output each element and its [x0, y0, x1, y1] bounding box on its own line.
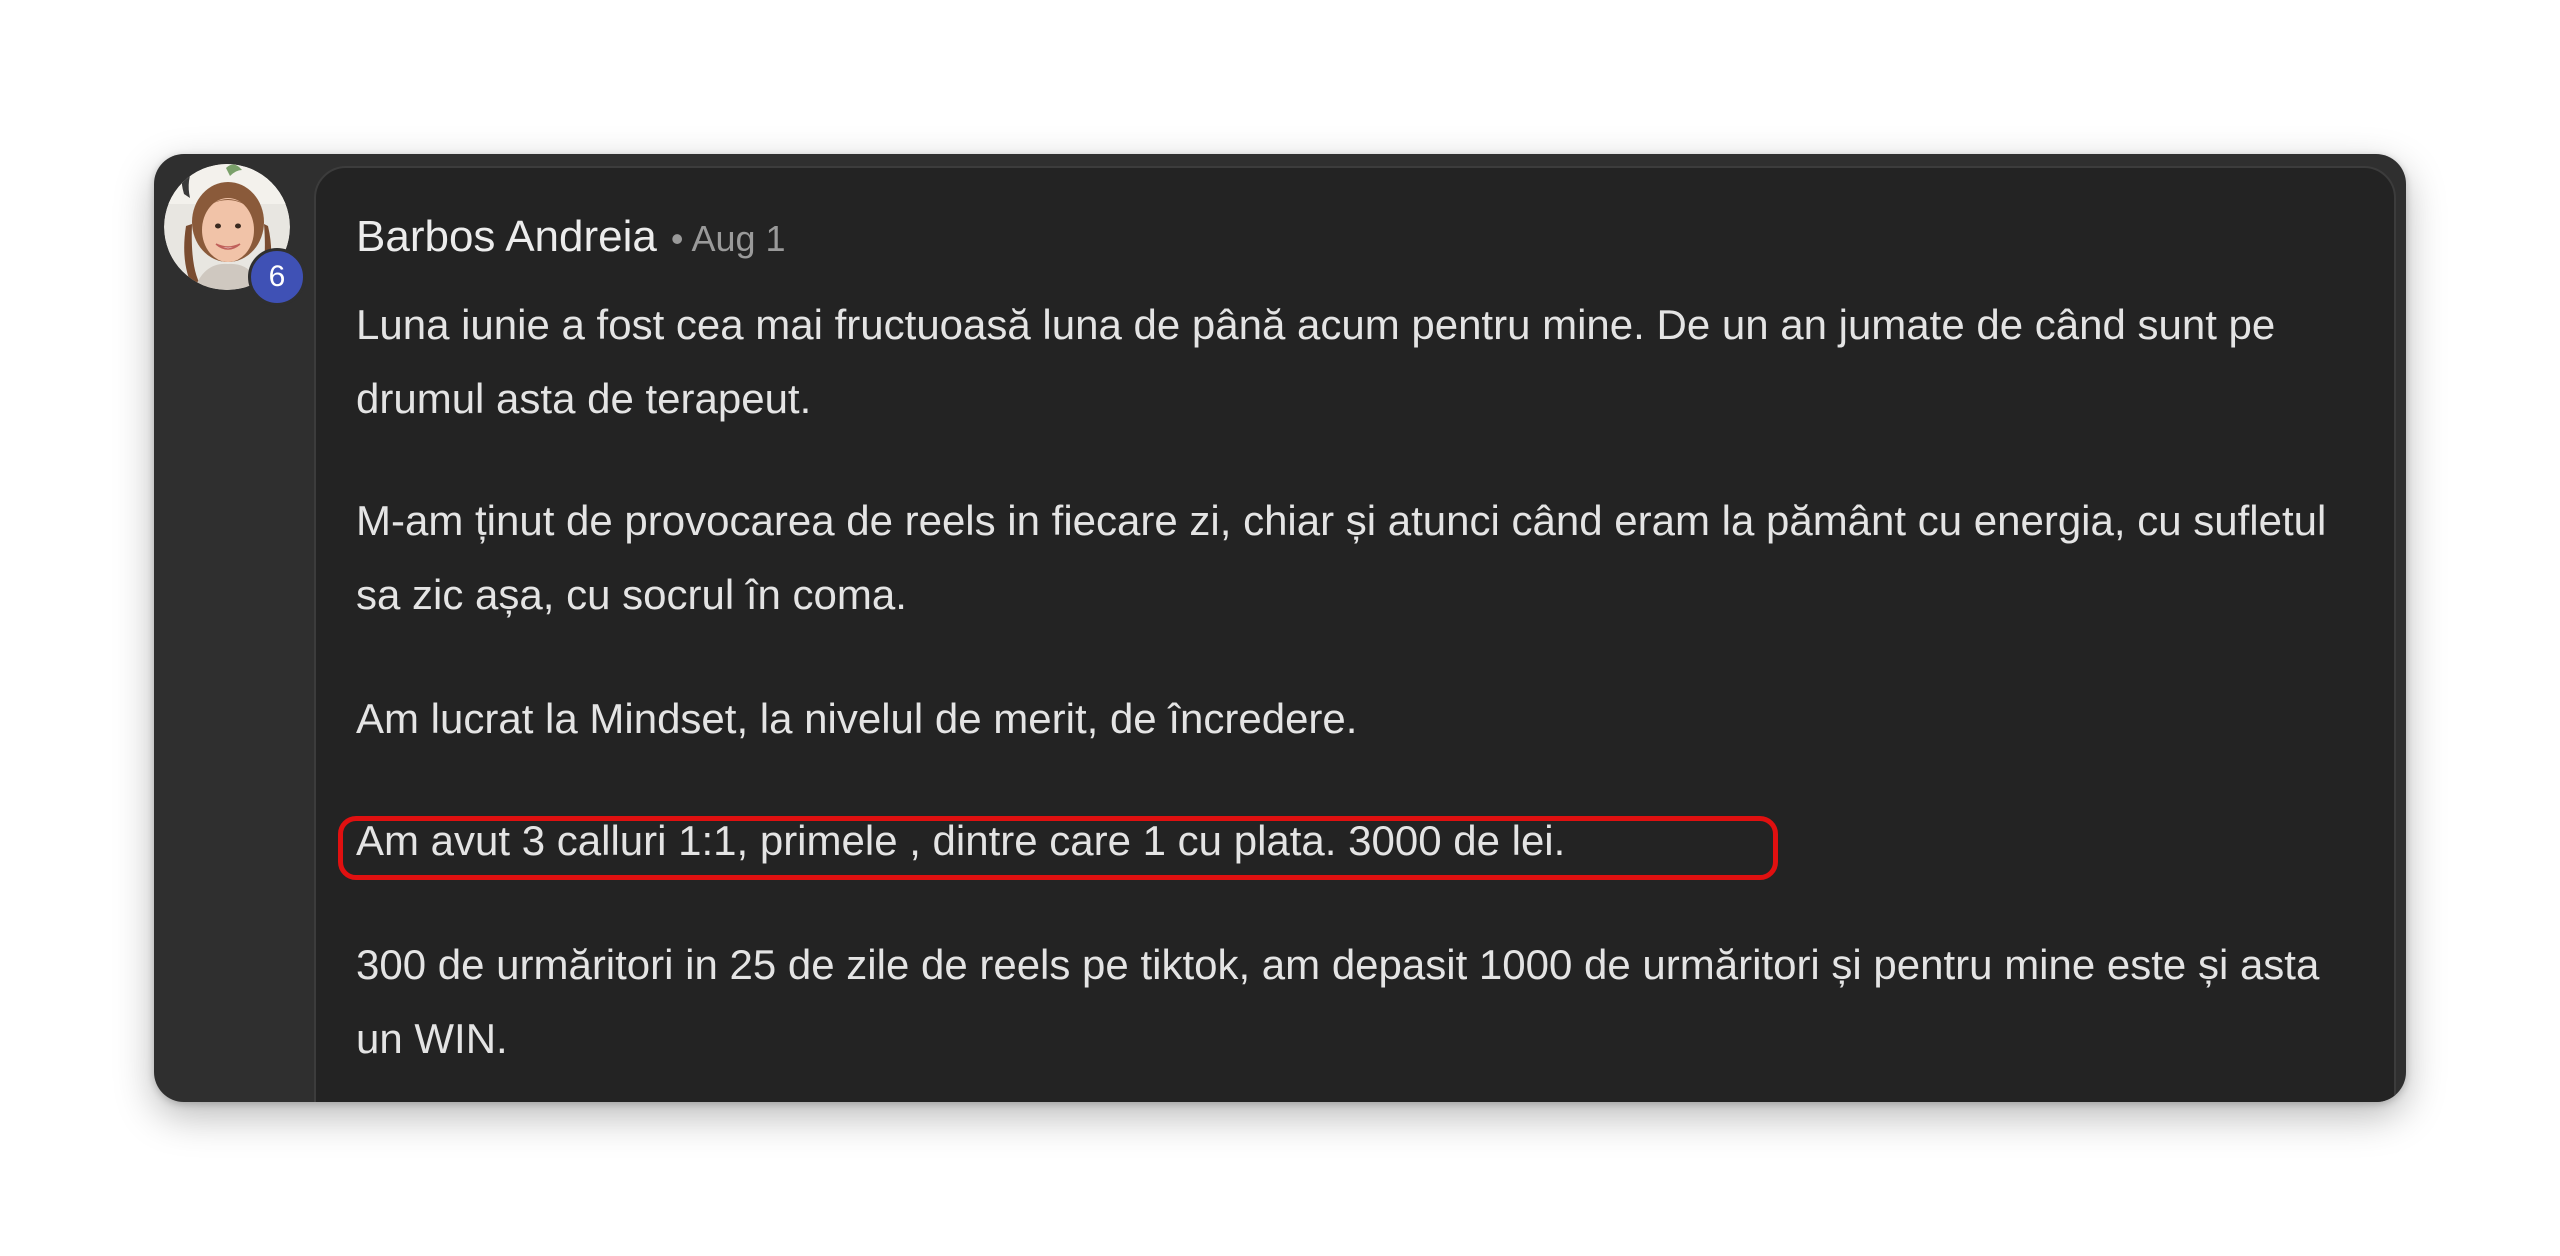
meta-separator: •: [670, 218, 684, 259]
comment-paragraph-highlighted: Am avut 3 calluri 1:1, primele , dintre …: [356, 817, 1566, 864]
comment-bubble: Barbos Andreia • Aug 1 Luna iunie a fost…: [314, 166, 2396, 1102]
comment-meta: • Aug 1: [671, 218, 786, 260]
comment-paragraph: 300 de urmăritori in 25 de zile de reels…: [356, 941, 2320, 1062]
level-badge: 6: [248, 248, 306, 306]
author-name[interactable]: Barbos Andreia: [356, 212, 657, 262]
comment-date[interactable]: Aug 1: [692, 218, 786, 259]
avatar-container[interactable]: 6: [164, 164, 306, 306]
comment-header: Barbos Andreia • Aug 1: [356, 212, 786, 262]
level-badge-number: 6: [268, 260, 286, 293]
comment-paragraph: Luna iunie a fost cea mai fructuoasă lun…: [356, 301, 2276, 422]
comment-paragraph: M-am ținut de provocarea de reels in fie…: [356, 497, 2327, 618]
comment-card: 6 Barbos Andreia • Aug 1 Luna iunie a fo…: [154, 154, 2406, 1102]
comment-paragraph: Am lucrat la Mindset, la nivelul de meri…: [356, 695, 1358, 742]
